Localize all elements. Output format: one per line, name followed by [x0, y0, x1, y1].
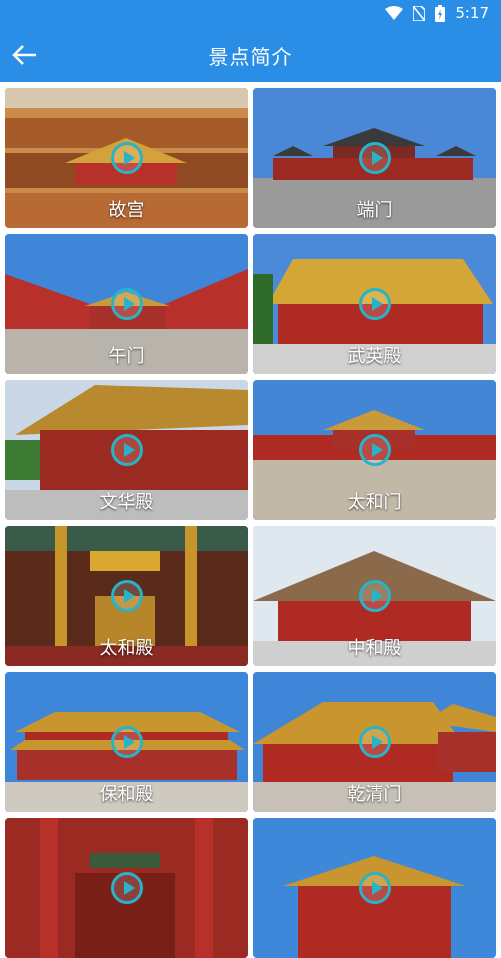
play-icon	[110, 288, 143, 320]
play-icon	[110, 434, 143, 466]
attraction-label: 武英殿	[347, 346, 402, 367]
attraction-card-zhonghedian[interactable]: 中和殿	[253, 526, 496, 666]
attraction-card-duanmen[interactable]: 端门	[253, 88, 496, 228]
play-icon	[110, 142, 143, 174]
attraction-label: 故宫	[108, 200, 145, 221]
attraction-card-qianqingmen[interactable]: 乾清门	[253, 672, 496, 812]
attraction-label: 文华殿	[99, 492, 154, 513]
attraction-card-baohedian[interactable]: 保和殿	[5, 672, 248, 812]
attraction-label: 太和门	[347, 492, 402, 513]
attraction-label: 中和殿	[347, 638, 402, 659]
play-icon	[358, 872, 391, 904]
attraction-label: 保和殿	[99, 784, 154, 805]
attraction-label: 乾清门	[347, 784, 402, 805]
attraction-card-wuyingdian[interactable]: 武英殿	[253, 234, 496, 374]
wifi-icon	[385, 6, 404, 20]
attraction-card-wumen[interactable]: 午门	[5, 234, 248, 374]
no-sim-icon	[413, 5, 426, 21]
attraction-card-taihedian[interactable]: 太和殿	[5, 526, 248, 666]
play-icon	[110, 726, 143, 758]
play-icon	[110, 580, 143, 612]
attraction-label: 午门	[108, 346, 145, 367]
status-icons: 5:17	[385, 4, 489, 22]
play-icon	[358, 434, 391, 466]
play-icon	[358, 580, 391, 612]
attraction-label: 端门	[356, 200, 393, 221]
play-icon	[358, 288, 391, 320]
attraction-card-partial-right[interactable]	[253, 818, 496, 958]
status-bar: 5:17	[0, 0, 501, 28]
page-title: 景点简介	[208, 45, 293, 69]
attraction-label: 太和殿	[99, 638, 154, 659]
app-bar: 景点简介	[0, 28, 501, 82]
play-icon	[358, 142, 391, 174]
attraction-card-wenhuadian[interactable]: 文华殿	[5, 380, 248, 520]
attraction-card-gugong[interactable]: 故宫	[5, 88, 248, 228]
attraction-card-partial-left[interactable]	[5, 818, 248, 958]
attraction-card-taihemen[interactable]: 太和门	[253, 380, 496, 520]
play-icon	[110, 872, 143, 904]
battery-icon	[435, 4, 446, 22]
status-time: 5:17	[455, 4, 489, 22]
play-icon	[358, 726, 391, 758]
